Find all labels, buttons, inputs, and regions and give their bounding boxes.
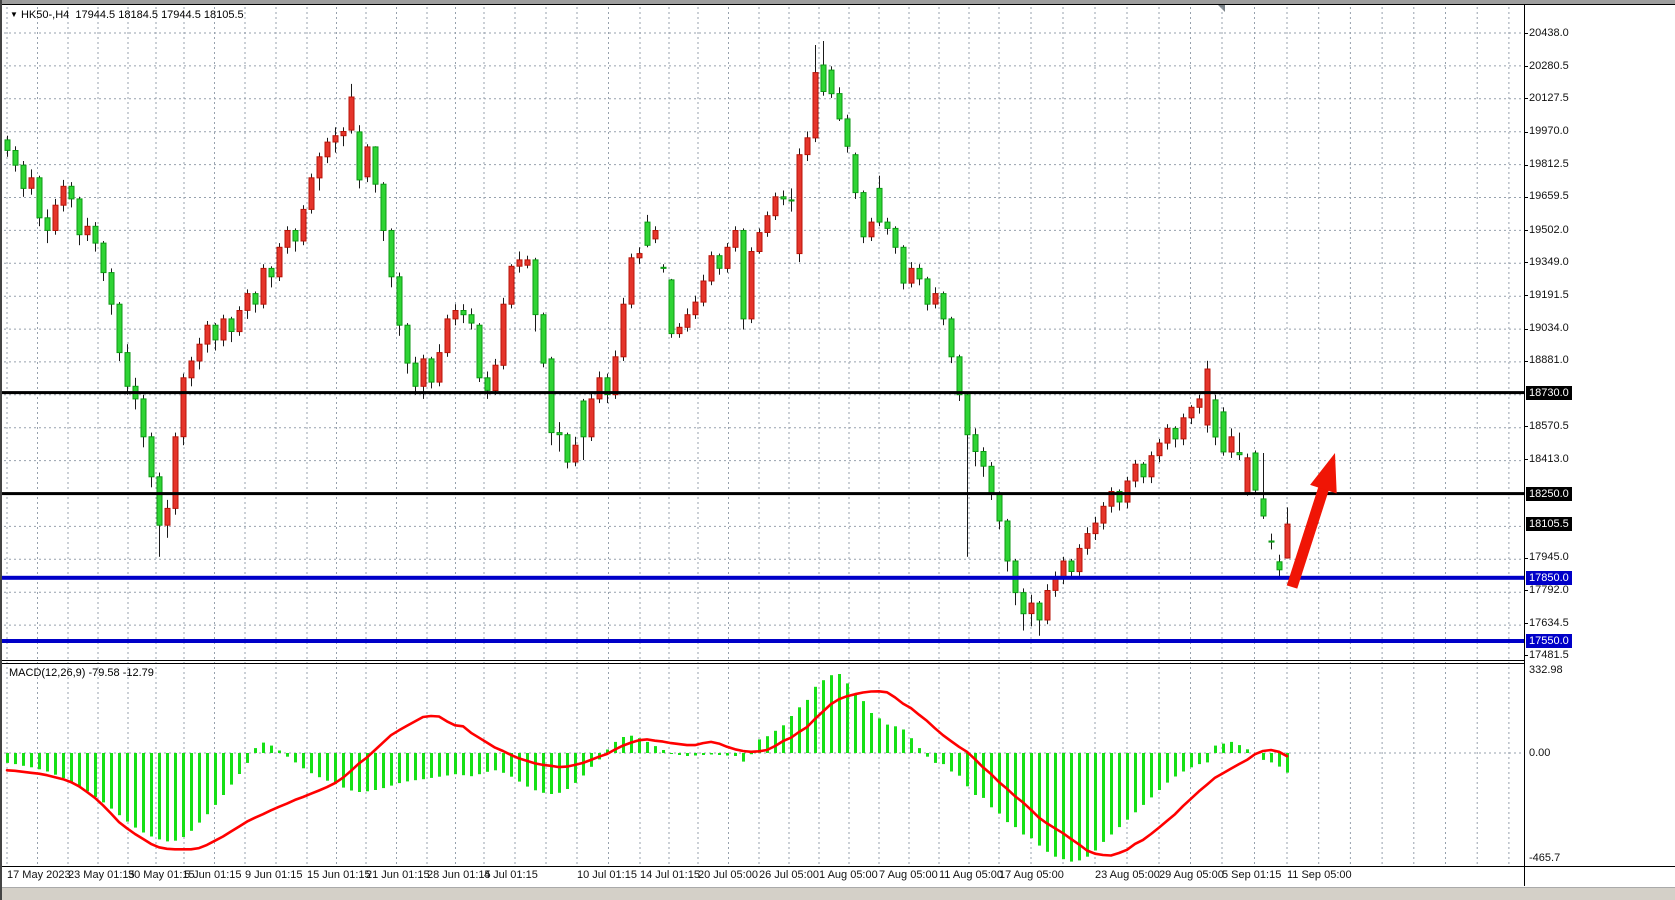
time-label: 17 May 2023	[7, 869, 71, 881]
price-tick	[1524, 165, 1528, 166]
panel-separator[interactable]	[2, 663, 1524, 664]
price-tick-label: 18570.5	[1529, 420, 1569, 433]
price-tick-label: 20438.0	[1529, 27, 1569, 40]
price-tick	[1524, 230, 1528, 231]
chart-window: ▼ HK50-,H4 17944.5 18184.5 17944.5 18105…	[0, 0, 1675, 900]
price-level-label: 17550.0	[1526, 634, 1572, 648]
price-tick-label: 19659.5	[1529, 190, 1569, 203]
price-tick-label: 19970.0	[1529, 125, 1569, 138]
price-tick-label: 17792.0	[1529, 584, 1569, 597]
macd-axis-label: 0.00	[1529, 747, 1550, 759]
price-tick	[1524, 132, 1528, 133]
level-lines[interactable]	[2, 391, 1524, 643]
time-label: 11 Sep 05:00	[1287, 869, 1352, 881]
time-label: 23 May 01:15	[68, 869, 135, 881]
price-tick	[1524, 361, 1528, 362]
price-tick-label: 20280.5	[1529, 60, 1569, 73]
macd-axis-label: 332.98	[1529, 664, 1563, 676]
price-tick	[1524, 98, 1528, 99]
price-tick-label: 19349.0	[1529, 256, 1569, 269]
price-tick	[1524, 329, 1528, 330]
chevron-down-icon[interactable]: ▼	[10, 10, 18, 19]
price-tick	[1524, 558, 1528, 559]
time-label: 23 Aug 05:00	[1095, 869, 1160, 881]
macd-histogram	[6, 674, 1289, 862]
price-tick	[1524, 197, 1528, 198]
window-bottom-strip	[2, 887, 1675, 900]
time-label: 26 Jul 05:00	[759, 869, 819, 881]
time-label: 5 Sep 01:15	[1222, 869, 1281, 881]
grid-vertical	[7, 7, 1509, 866]
price-tick	[1524, 33, 1528, 34]
open-value: 17944.5	[75, 9, 115, 21]
price-tick	[1524, 295, 1528, 296]
time-label: 28 Jun 01:15	[427, 869, 491, 881]
time-label: 1 Aug 05:00	[819, 869, 878, 881]
time-label: 17 Aug 05:00	[999, 869, 1064, 881]
price-tick-label: 20127.5	[1529, 92, 1569, 105]
macd-indicator-label: MACD(12,26,9) -79.58 -12.79	[9, 667, 154, 679]
close-value: 18105.5	[204, 9, 244, 21]
price-tick	[1524, 459, 1528, 460]
price-tick	[1524, 623, 1528, 624]
chart-canvas[interactable]	[2, 0, 1675, 900]
candles-group	[5, 41, 1290, 636]
price-level-label: 18250.0	[1526, 487, 1572, 501]
time-axis-separator	[2, 866, 1675, 867]
price-tick-label: 17481.5	[1529, 649, 1569, 662]
price-tick-label: 19812.5	[1529, 158, 1569, 171]
panel-separator[interactable]	[2, 660, 1524, 661]
ohlc-header: ▼ HK50-,H4 17944.5 18184.5 17944.5 18105…	[10, 9, 244, 21]
time-label: 7 Aug 05:00	[879, 869, 938, 881]
low-value: 17944.5	[161, 9, 201, 21]
price-tick	[1524, 426, 1528, 427]
macd-axis-label: -465.7	[1529, 852, 1560, 864]
price-tick	[1524, 66, 1528, 67]
time-label: 5 Jun 01:15	[184, 869, 242, 881]
price-tick-label: 18881.0	[1529, 354, 1569, 367]
price-level-label: 18730.0	[1526, 386, 1572, 400]
symbol-timeframe-label: HK50-,H4	[21, 9, 69, 21]
price-tick-label: 17945.0	[1529, 551, 1569, 564]
price-tick-label: 19034.0	[1529, 322, 1569, 335]
price-tick-label: 19502.0	[1529, 224, 1569, 237]
price-tick	[1524, 655, 1528, 656]
time-label: 10 Jul 01:15	[577, 869, 637, 881]
current-price-label: 18105.5	[1526, 517, 1572, 531]
time-label: 15 Jun 01:15	[307, 869, 371, 881]
price-tick-label: 17634.5	[1529, 617, 1569, 630]
price-level-label: 17850.0	[1526, 571, 1572, 585]
time-label: 21 Jun 01:15	[366, 869, 430, 881]
price-axis-separator	[1524, 5, 1525, 886]
time-label: 14 Jul 01:15	[640, 869, 700, 881]
time-label: 20 Jul 05:00	[698, 869, 758, 881]
time-label: 11 Aug 05:00	[939, 869, 1003, 881]
time-label: 4 Jul 01:15	[484, 869, 538, 881]
price-tick-label: 18413.0	[1529, 453, 1569, 466]
time-label: 29 Aug 05:00	[1159, 869, 1224, 881]
price-tick	[1524, 590, 1528, 591]
price-tick-label: 19191.5	[1529, 289, 1569, 302]
trend-arrow[interactable]	[1292, 453, 1337, 587]
price-tick	[1524, 262, 1528, 263]
high-value: 18184.5	[118, 9, 158, 21]
time-label: 9 Jun 01:15	[245, 869, 303, 881]
